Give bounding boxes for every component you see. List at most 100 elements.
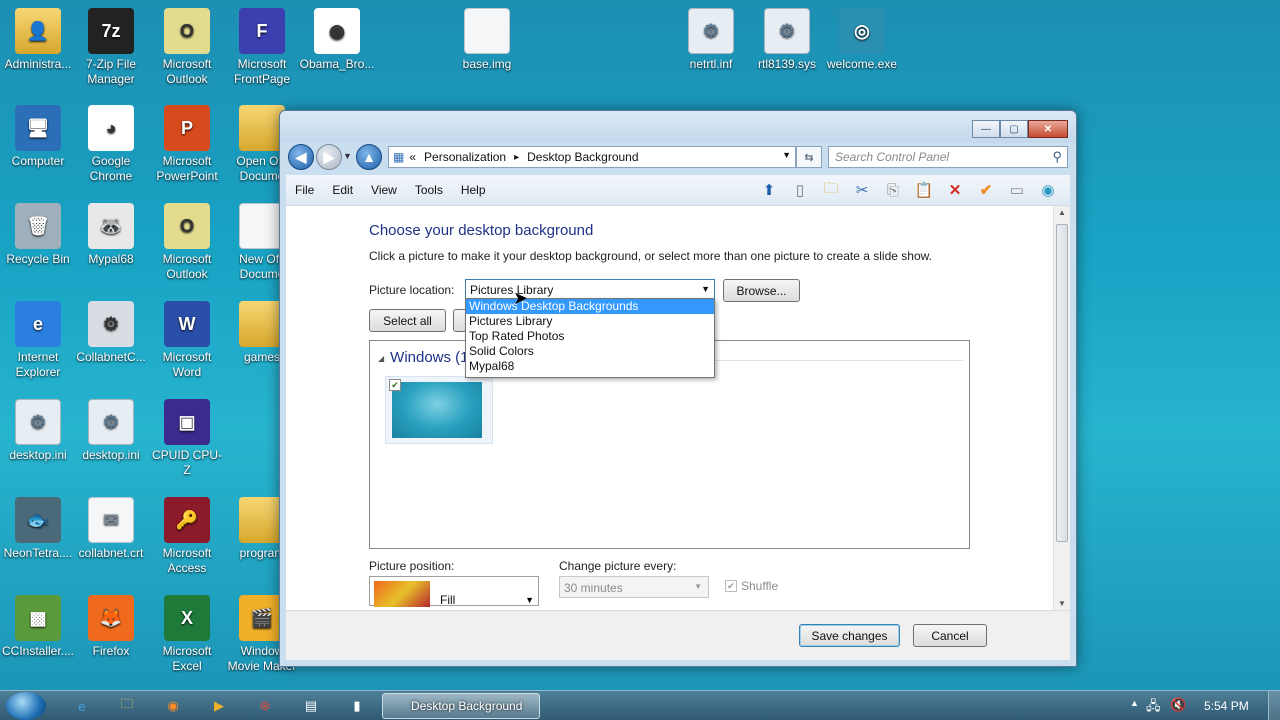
- back-arrow-icon[interactable]: ◀: [288, 144, 314, 170]
- copy-icon[interactable]: ⎘: [881, 178, 905, 202]
- desktop-icon[interactable]: ▣ CPUID CPU-Z: [149, 399, 225, 478]
- change-interval-select[interactable]: 30 minutes ▼: [559, 576, 709, 598]
- properties-icon[interactable]: ▭: [1005, 178, 1029, 202]
- shuffle-checkbox[interactable]: ✔ Shuffle: [725, 579, 778, 593]
- desktop-icon[interactable]: ⚙ rtl8139.sys: [749, 8, 825, 72]
- tray-expand-icon[interactable]: ▲: [1130, 698, 1139, 708]
- desktop-icon[interactable]: 🦝 Mypal68: [73, 203, 149, 267]
- picture-location-label: Picture location:: [369, 283, 455, 297]
- show-desktop-button[interactable]: [1268, 691, 1280, 720]
- clock[interactable]: 5:54 PM: [1204, 699, 1249, 713]
- app-icon: 🐟: [15, 497, 61, 543]
- menu-edit[interactable]: Edit: [323, 183, 362, 197]
- breadcrumb-overflow[interactable]: «: [409, 150, 416, 164]
- taskbar-task-desktop-background[interactable]: Desktop Background: [382, 693, 540, 719]
- dropdown-option[interactable]: Windows Desktop Backgrounds: [466, 299, 714, 314]
- desktop-icon[interactable]: 🗑 Recycle Bin: [0, 203, 76, 267]
- scroll-down-icon[interactable]: ▼: [1058, 599, 1066, 608]
- save-changes-button[interactable]: Save changes: [799, 624, 900, 647]
- desktop-icon[interactable]: 🦊 Firefox: [73, 595, 149, 659]
- collapse-triangle-icon[interactable]: ◢: [378, 354, 384, 363]
- menu-tools[interactable]: Tools: [406, 183, 452, 197]
- delete-icon[interactable]: ✕: [943, 178, 967, 202]
- address-dropdown-icon[interactable]: ▼: [782, 150, 791, 160]
- desktop-icon[interactable]: ◕ Google Chrome: [73, 105, 149, 184]
- browse-button[interactable]: Browse...: [723, 279, 800, 302]
- checkmark-icon[interactable]: ✔: [974, 178, 998, 202]
- breadcrumb-separator[interactable]: ▸: [514, 152, 519, 163]
- desktop-icon[interactable]: ⚙ CollabnetC...: [73, 301, 149, 365]
- desktop-icon[interactable]: ✉ collabnet.crt: [73, 497, 149, 561]
- internet-explorer-icon[interactable]: e: [72, 696, 92, 716]
- forward-arrow-icon[interactable]: ▶: [316, 144, 342, 170]
- desktop-icon[interactable]: ⚙ netrtl.inf: [673, 8, 749, 72]
- network-icon[interactable]: ⊛: [255, 696, 275, 716]
- maximize-button[interactable]: ▢: [1000, 120, 1028, 138]
- title-bar[interactable]: — ▢ ✕: [280, 111, 1076, 143]
- dropdown-option[interactable]: Top Rated Photos: [466, 329, 714, 344]
- thumbnail-checkbox[interactable]: ✔: [389, 379, 401, 391]
- search-input[interactable]: Search Control Panel ⚲: [828, 146, 1068, 168]
- desktop-icon[interactable]: 🐟 NeonTetra....: [0, 497, 76, 561]
- menu-file[interactable]: File: [286, 183, 323, 197]
- desktop-icon[interactable]: ⚙ desktop.ini: [0, 399, 76, 463]
- address-bar[interactable]: ▦ « Personalization ▸ Desktop Background…: [388, 146, 796, 168]
- shuffle-check-icon[interactable]: ✔: [725, 580, 737, 592]
- explorer-folder-icon[interactable]: 🗀: [117, 696, 137, 716]
- breadcrumb-desktop-background[interactable]: Desktop Background: [527, 150, 638, 164]
- scroll-up-icon[interactable]: ▲: [1058, 208, 1066, 217]
- up-arrow-icon[interactable]: ▲: [356, 144, 382, 170]
- breadcrumb-personalization[interactable]: Personalization: [424, 150, 506, 164]
- cancel-button[interactable]: Cancel: [913, 624, 987, 647]
- menu-bar: File Edit View Tools Help ⬆ ▯ 🗀 ✂ ⎘ 📋 ✕ …: [286, 175, 1070, 205]
- search-icon[interactable]: ⚲: [1052, 149, 1062, 165]
- paste-icon[interactable]: 📋: [912, 178, 936, 202]
- scroll-thumb[interactable]: [1056, 224, 1068, 542]
- minimize-button[interactable]: —: [972, 120, 1000, 138]
- folder-options-icon[interactable]: 🗀: [819, 178, 843, 202]
- computer-icon[interactable]: ▤: [301, 696, 321, 716]
- vertical-scrollbar[interactable]: ▲ ▼: [1053, 206, 1070, 610]
- desktop-icon[interactable]: X Microsoft Excel: [149, 595, 225, 674]
- desktop-icon[interactable]: ◉ Obama_Bro...: [299, 8, 375, 72]
- desktop-icon[interactable]: 7z 7-Zip File Manager: [73, 8, 149, 87]
- wallpaper-thumbnail[interactable]: ✔: [385, 376, 493, 444]
- app-icon[interactable]: ▮: [347, 696, 367, 716]
- globe-icon[interactable]: ◉: [1036, 178, 1060, 202]
- start-button[interactable]: [6, 692, 46, 720]
- desktop-icon[interactable]: F Microsoft FrontPage: [224, 8, 300, 87]
- desktop-icon[interactable]: P Microsoft PowerPoint: [149, 105, 225, 184]
- refresh-icon[interactable]: ⇆: [796, 146, 822, 168]
- desktop-icon[interactable]: ⚙ desktop.ini: [73, 399, 149, 463]
- dropdown-option[interactable]: Pictures Library: [466, 314, 714, 329]
- network-tray-icon[interactable]: 🖧: [1146, 697, 1161, 719]
- dropdown-option[interactable]: Solid Colors: [466, 344, 714, 359]
- picture-position-select[interactable]: Fill ▼: [369, 576, 539, 607]
- close-button[interactable]: ✕: [1028, 120, 1068, 138]
- group-header[interactable]: ◢ Windows (1): [378, 349, 474, 366]
- volume-muted-icon[interactable]: 🔇: [1170, 697, 1186, 713]
- desktop-icon[interactable]: W Microsoft Word: [149, 301, 225, 380]
- menu-help[interactable]: Help: [452, 183, 495, 197]
- dropdown-option[interactable]: Mypal68: [466, 359, 714, 374]
- desktop-icon-label: Microsoft FrontPage: [233, 57, 291, 86]
- desktop-icon[interactable]: 🖥 Computer: [0, 105, 76, 169]
- select-all-button[interactable]: Select all: [369, 309, 446, 332]
- firefox-icon[interactable]: ◉: [163, 696, 183, 716]
- desktop-icon[interactable]: 👤 Administra...: [0, 8, 76, 72]
- up-folder-icon[interactable]: ⬆: [757, 178, 781, 202]
- desktop-icon[interactable]: O Microsoft Outlook: [149, 8, 225, 87]
- menu-view[interactable]: View: [362, 183, 406, 197]
- app-icon: 🦊: [88, 595, 134, 641]
- desktop-icon[interactable]: O Microsoft Outlook: [149, 203, 225, 282]
- panel-icon[interactable]: ▯: [788, 178, 812, 202]
- desktop-icon[interactable]: ◎ welcome.exe: [824, 8, 900, 72]
- desktop-icon[interactable]: 🔑 Microsoft Access: [149, 497, 225, 576]
- history-dropdown-icon[interactable]: ▼: [343, 151, 352, 161]
- cut-icon[interactable]: ✂: [850, 178, 874, 202]
- desktop-icon[interactable]: base.img: [449, 8, 525, 72]
- control-panel-icon: ▦: [393, 150, 405, 164]
- desktop-icon[interactable]: e Internet Explorer: [0, 301, 76, 380]
- desktop-icon[interactable]: ▩ CCInstaller....: [0, 595, 76, 659]
- media-player-icon[interactable]: ▶: [209, 696, 229, 716]
